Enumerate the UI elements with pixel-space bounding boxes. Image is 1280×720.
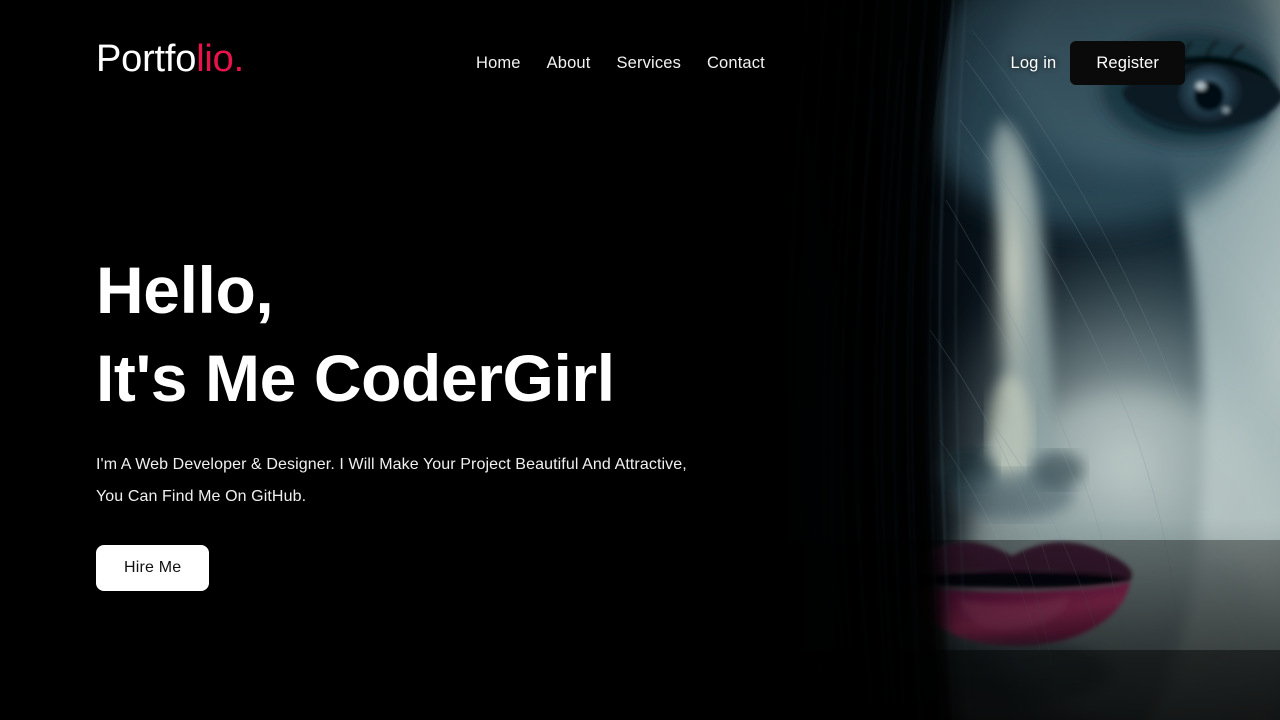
nav-item-about[interactable]: About bbox=[547, 52, 617, 74]
brand-logo-primary: Portfo bbox=[96, 38, 197, 80]
site-header: Portfolio. Home About Services Contact L… bbox=[0, 0, 1280, 126]
nav-item-services[interactable]: Services bbox=[617, 52, 707, 74]
main-navigation: Home About Services Contact bbox=[476, 52, 765, 74]
hero-description-line-1: I'm A Web Developer & Designer. I Will M… bbox=[96, 456, 687, 473]
brand-logo[interactable]: Portfolio. bbox=[96, 40, 244, 78]
hero-headline: Hello, It's Me CoderGirl bbox=[96, 246, 756, 422]
hire-me-button[interactable]: Hire Me bbox=[96, 545, 210, 591]
nav-item-home[interactable]: Home bbox=[476, 52, 547, 74]
login-link[interactable]: Log in bbox=[1011, 41, 1057, 85]
auth-actions: Log in Register bbox=[1011, 41, 1185, 85]
hero-section: Portfolio. Home About Services Contact L… bbox=[0, 0, 1280, 720]
hero-content: Hello, It's Me CoderGirl I'm A Web Devel… bbox=[96, 246, 756, 591]
hero-headline-line-2: It's Me CoderGirl bbox=[96, 341, 615, 415]
nav-item-contact[interactable]: Contact bbox=[707, 52, 765, 74]
register-button[interactable]: Register bbox=[1070, 41, 1185, 85]
hero-headline-line-1: Hello, bbox=[96, 253, 274, 327]
hero-description: I'm A Web Developer & Designer. I Will M… bbox=[96, 449, 736, 513]
brand-logo-accent: lio. bbox=[196, 38, 244, 80]
hero-description-line-2: You Can Find Me On GitHub. bbox=[96, 488, 307, 505]
